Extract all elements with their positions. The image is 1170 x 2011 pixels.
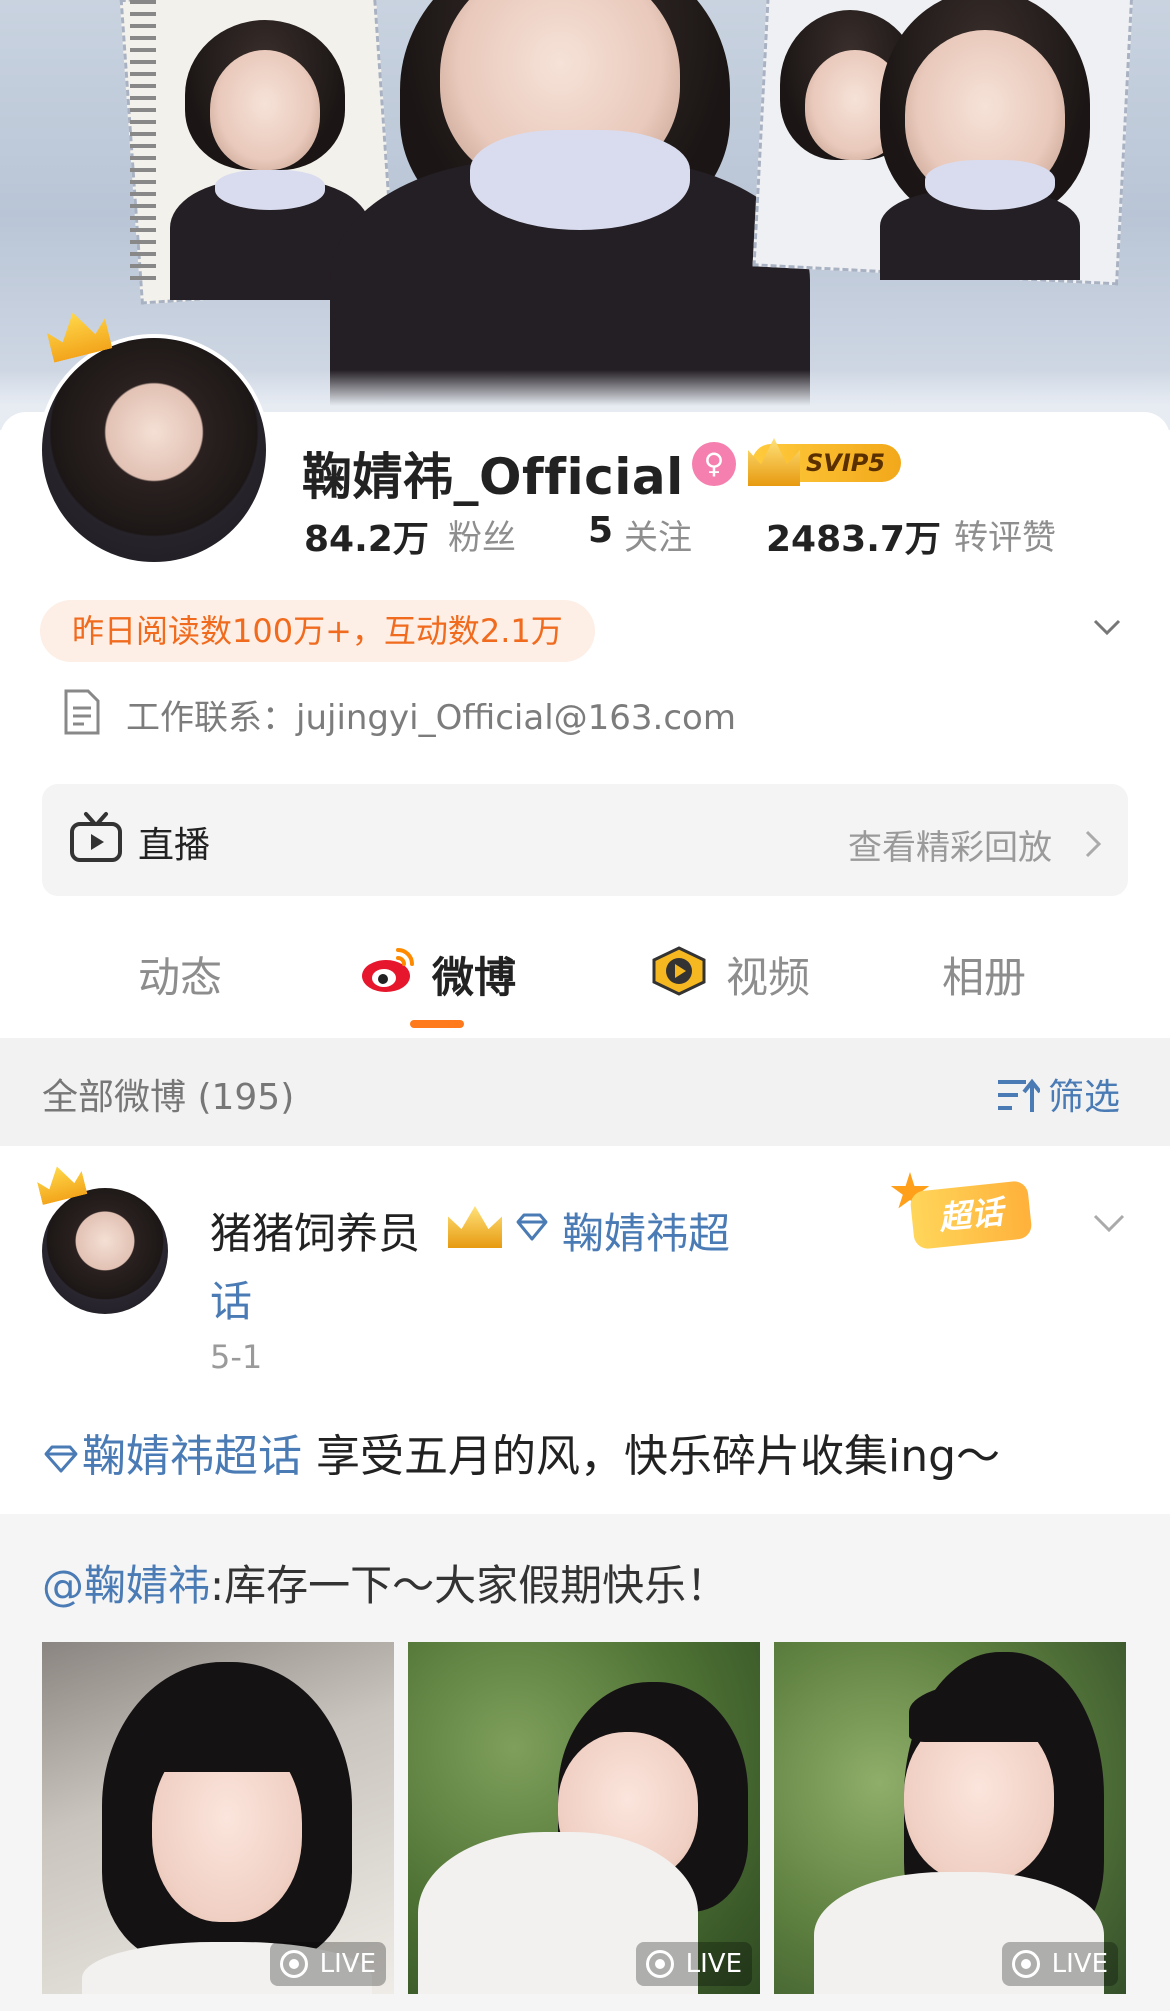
likes-count[interactable]: 2483.7万 <box>766 510 941 562</box>
reads-stats-pill: 昨日阅读数100万+，互动数2.1万 <box>40 600 595 662</box>
supertopic-icon <box>516 1213 548 1241</box>
post-photo-1[interactable]: LIVE <box>42 1642 394 1994</box>
chevron-down-icon[interactable] <box>1092 612 1122 642</box>
post-topic-link-cont[interactable]: 话 <box>210 1268 252 1329</box>
active-tab-indicator <box>410 1020 464 1028</box>
following-label[interactable]: 关注 <box>624 510 692 559</box>
post-count: 全部微博 (195) <box>42 1077 295 1118</box>
post-date: 5-1 <box>210 1338 263 1376</box>
post-topic-link[interactable]: 鞠婧祎超 <box>562 1200 730 1261</box>
contact-info: 工作联系：jujingyi_Official@163.com <box>126 698 736 738</box>
post-body-text: 享受五月的风，快乐碎片收集ing～ <box>302 1431 1001 1482</box>
repost-text: @鞠婧祎:库存一下～大家假期快乐！ <box>42 1552 728 1613</box>
live-photo-tag: LIVE <box>269 1942 386 1986</box>
female-icon: ♀ <box>692 442 736 486</box>
filter-button[interactable]: 筛选 <box>1048 1068 1120 1120</box>
replay-link[interactable]: 查看精彩回放 <box>848 820 1052 869</box>
repost-content: :库存一下～大家假期快乐！ <box>210 1561 729 1610</box>
following-count[interactable]: 5 <box>588 510 613 551</box>
chevron-right-icon <box>1085 830 1102 858</box>
post-body-topic[interactable]: 鞠婧祎超话 <box>82 1431 302 1482</box>
avatar[interactable] <box>42 338 266 562</box>
video-icon <box>652 946 706 996</box>
live-photo-tag: LIVE <box>635 1942 752 1986</box>
followers-label[interactable]: 粉丝 <box>448 510 516 559</box>
tab-video[interactable]: 视频 <box>726 944 810 1005</box>
username: 鞠婧祎_Official <box>302 448 684 506</box>
live-icon <box>645 1950 674 1978</box>
filter-icon[interactable] <box>996 1074 1040 1116</box>
document-icon <box>64 689 100 735</box>
followers-count[interactable]: 84.2万 <box>304 510 429 562</box>
tab-feed[interactable]: 动态 <box>138 944 222 1005</box>
tab-album[interactable]: 相册 <box>942 944 1026 1005</box>
live-photo-tag: LIVE <box>1001 1942 1118 1986</box>
post-photo-2[interactable]: LIVE <box>408 1642 760 1994</box>
post-body: 鞠婧祎超话 享受五月的风，快乐碎片收集ing～ <box>42 1420 1000 1484</box>
likes-label[interactable]: 转评赞 <box>954 510 1056 559</box>
live-icon <box>1011 1950 1040 1978</box>
post-author-avatar[interactable] <box>42 1188 168 1314</box>
supertopic-icon <box>44 1445 78 1473</box>
post-photo-3[interactable]: LIVE <box>774 1642 1126 1994</box>
post-author-name[interactable]: 猪猪饲养员 <box>210 1200 420 1261</box>
chevron-down-icon[interactable] <box>1092 1206 1126 1240</box>
tv-icon <box>70 812 122 862</box>
repost-mention[interactable]: @鞠婧祎 <box>42 1561 210 1610</box>
live-icon <box>279 1950 308 1978</box>
supertopic-badge[interactable]: 超话 <box>909 1179 1033 1251</box>
tab-weibo[interactable]: 微博 <box>432 944 516 1005</box>
live-label: 直播 <box>138 825 211 866</box>
weibo-icon <box>362 948 414 992</box>
